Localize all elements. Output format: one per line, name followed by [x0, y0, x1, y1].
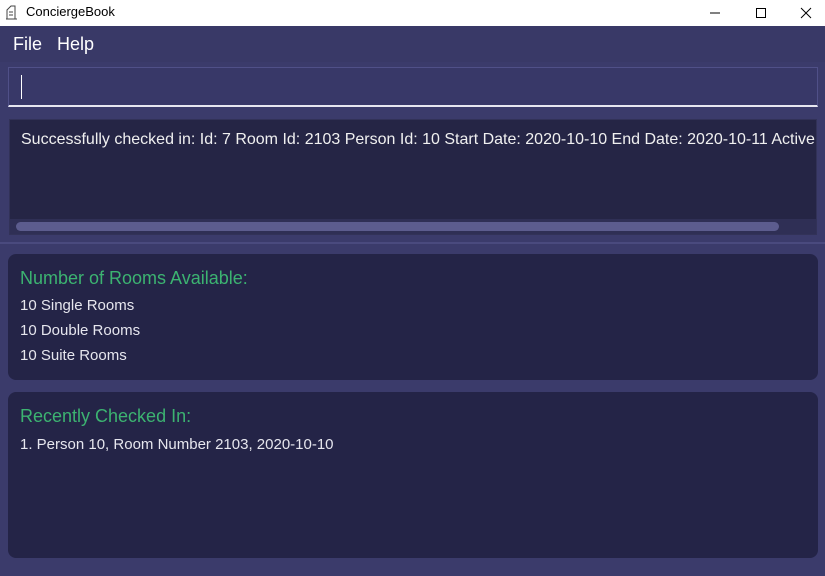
close-icon — [800, 7, 812, 19]
rooms-available-panel: Number of Rooms Available: 10 Single Roo… — [8, 254, 818, 380]
single-rooms-count: 10 Single Rooms — [20, 297, 135, 314]
title-bar: ConciergeBook — [0, 0, 825, 26]
list-item: 1. Person 10, Room Number 2103, 2020-10-… — [20, 436, 334, 453]
maximize-icon — [756, 8, 766, 18]
rooms-available-title: Number of Rooms Available: — [20, 268, 248, 288]
result-display: Successfully checked in: Id: 7 Room Id: … — [9, 119, 817, 235]
horizontal-scrollbar[interactable] — [10, 219, 816, 234]
app-icon — [5, 4, 19, 20]
result-text: Successfully checked in: Id: 7 Room Id: … — [21, 131, 817, 148]
text-caret — [21, 75, 22, 99]
suite-rooms-count: 10 Suite Rooms — [20, 347, 127, 364]
divider — [0, 242, 825, 244]
minimize-icon — [710, 12, 720, 14]
minimize-button[interactable] — [692, 0, 738, 26]
menu-bar: File Help — [0, 26, 825, 62]
menu-file[interactable]: File — [13, 34, 42, 54]
close-button[interactable] — [783, 0, 825, 26]
menu-help[interactable]: Help — [57, 34, 94, 54]
scrollbar-thumb[interactable] — [16, 222, 779, 231]
recently-checked-in-panel: Recently Checked In: 1. Person 10, Room … — [8, 392, 818, 558]
double-rooms-count: 10 Double Rooms — [20, 322, 141, 339]
recently-checked-in-title: Recently Checked In: — [20, 406, 192, 426]
window-title: ConciergeBook — [26, 4, 115, 19]
command-input[interactable] — [8, 67, 818, 107]
maximize-button[interactable] — [738, 0, 784, 26]
